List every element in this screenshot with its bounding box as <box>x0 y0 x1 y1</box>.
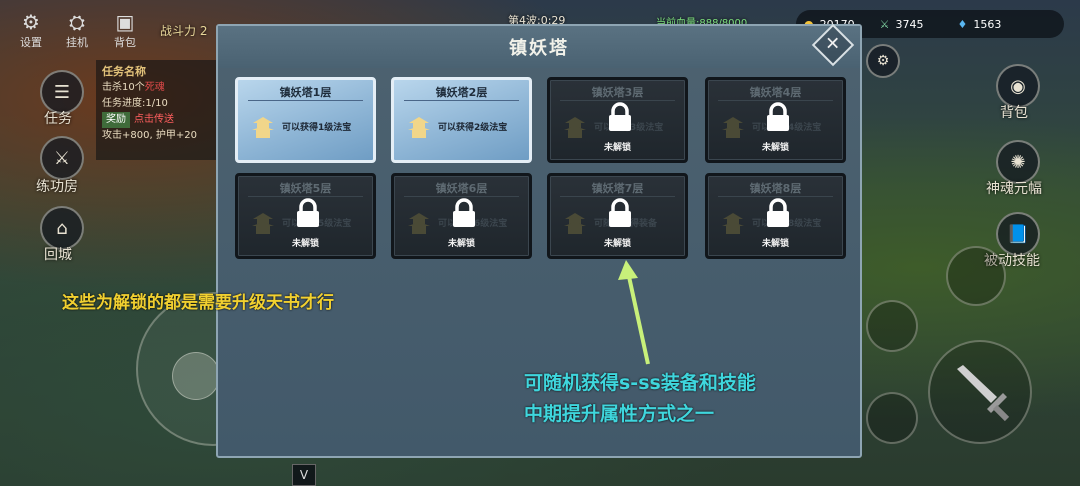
sword-icon <box>957 365 1010 422</box>
close-icon: ✕ <box>825 34 841 55</box>
tower-card-4[interactable]: 镇妖塔4层可以获得4级法宝未解锁 <box>705 77 846 163</box>
small-gear-button[interactable]: ⚙ <box>866 44 900 78</box>
annotation-right: 可随机获得s-ss装备和技能 中期提升属性方式之一 <box>524 368 756 430</box>
training-room-button[interactable]: ⚔ <box>40 136 84 180</box>
lock-icon <box>767 102 789 131</box>
quest-title: 任务名称 <box>102 65 146 78</box>
attack-button[interactable] <box>928 340 1032 444</box>
pagoda-icon <box>408 117 430 138</box>
battle-power-label: 战斗力 2 <box>160 24 208 38</box>
annotation-left: 这些为解锁的都是需要升级天书才行 <box>62 293 334 313</box>
teleport-link[interactable]: 点击传送 <box>134 114 174 125</box>
power-value: 3745 <box>895 17 924 31</box>
tower-card-3[interactable]: 镇妖塔3层可以获得3级法宝未解锁 <box>547 77 688 163</box>
auto-battle-label: 挂机 <box>66 36 88 49</box>
reward-tag: 奖励 <box>102 112 130 128</box>
title-divider <box>560 100 675 101</box>
settings-label: 设置 <box>20 36 42 49</box>
skill-slot-3[interactable] <box>866 392 918 444</box>
lock-icon <box>297 198 319 227</box>
title-divider <box>560 196 675 197</box>
annotation-right-line2: 中期提升属性方式之一 <box>524 403 715 425</box>
soul-label: 神魂元幅 <box>986 181 1042 197</box>
tower-card-8[interactable]: 镇妖塔8层可以获得8级法宝未解锁 <box>705 173 846 259</box>
inventory-top-button[interactable]: ▣ 背包 <box>108 10 142 50</box>
lock-icon <box>453 198 475 227</box>
auto-battle-button[interactable]: ⛭ 挂机 <box>60 10 94 50</box>
tower-card-title: 镇妖塔3层 <box>591 86 644 99</box>
tower-card-title: 镇妖塔8层 <box>749 182 802 195</box>
lock-icon <box>767 198 789 227</box>
bag-label: 背包 <box>1000 105 1028 121</box>
pagoda-icon <box>722 213 744 234</box>
locked-label: 未解锁 <box>761 143 789 153</box>
skill-slot-1[interactable] <box>946 246 1006 306</box>
quest-objective: 击杀10个死魂 <box>102 82 165 93</box>
quest-reward-detail: 攻击+800, 护甲+20 <box>102 130 197 141</box>
title-divider <box>404 100 519 101</box>
training-icon: ⚔ <box>53 147 71 169</box>
skill-slot-2[interactable] <box>866 300 918 352</box>
lock-icon <box>609 198 631 227</box>
gear-icon: ⚙ <box>876 53 890 69</box>
lock-icon <box>609 102 631 131</box>
pagoda-icon <box>564 213 586 234</box>
soul-value: 1563 <box>973 17 1002 31</box>
tower-card-title: 镇妖塔5层 <box>279 182 332 195</box>
quest-tracker[interactable]: 任务名称 击杀10个死魂 任务进度:1/10 奖励 点击传送 攻击+800, 护甲… <box>96 60 216 160</box>
locked-label: 未解锁 <box>603 239 631 249</box>
pagoda-icon <box>564 117 586 138</box>
title-divider <box>248 100 363 101</box>
tower-card-title: 镇妖塔4层 <box>749 86 802 99</box>
tower-card-6[interactable]: 镇妖塔6层可以获得6级法宝未解锁 <box>391 173 532 259</box>
pagoda-icon <box>252 117 274 138</box>
tower-card-7[interactable]: 镇妖塔7层可随机获得装备未解锁 <box>547 173 688 259</box>
tower-card-title: 镇妖塔2层 <box>435 86 488 99</box>
town-icon: ⌂ <box>56 217 68 239</box>
bag-icon: ▣ <box>115 10 135 34</box>
locked-label: 未解锁 <box>291 239 319 249</box>
gear-icon: ⚙ <box>22 10 40 34</box>
scroll-icon: ☰ <box>53 81 71 103</box>
tower-card-title: 镇妖塔7层 <box>591 182 644 195</box>
tower-card-desc: 可以获得1级法宝 <box>282 123 352 133</box>
annotation-arrow <box>618 260 650 365</box>
joystick-knob[interactable] <box>172 352 220 400</box>
title-divider <box>718 196 833 197</box>
task-label: 任务 <box>44 111 72 127</box>
quest-reward-row: 奖励 点击传送 <box>102 112 210 128</box>
tower-card-desc: 可以获得2级法宝 <box>438 123 508 133</box>
flame-icon: ♦ <box>957 17 968 31</box>
settings-button[interactable]: ⚙ 设置 <box>14 10 48 50</box>
title-divider <box>248 196 363 197</box>
tower-card-5[interactable]: 镇妖塔5层可以获得5级法宝未解锁 <box>235 173 376 259</box>
panel-title: 镇妖塔 <box>509 38 569 59</box>
title-divider <box>404 196 519 197</box>
return-town-label: 回城 <box>44 247 72 263</box>
title-divider <box>718 100 833 101</box>
book-icon: 📘 <box>1006 223 1030 245</box>
tower-card-title: 镇妖塔1层 <box>279 86 332 99</box>
tower-card-title: 镇妖塔6层 <box>435 182 488 195</box>
quest-progress: 任务进度:1/10 <box>102 98 168 109</box>
soul-icon: ✺ <box>1010 151 1026 173</box>
training-room-label: 练功房 <box>36 179 78 195</box>
pagoda-icon <box>722 117 744 138</box>
annotation-right-line1: 可随机获得s-ss装备和技能 <box>524 372 756 394</box>
panel-header: 镇妖塔 <box>218 26 860 68</box>
inventory-top-label: 背包 <box>114 36 136 49</box>
locked-label: 未解锁 <box>603 143 631 153</box>
pagoda-icon <box>408 213 430 234</box>
tower-card-1[interactable]: 镇妖塔1层可以获得1级法宝 <box>235 77 376 163</box>
locked-label: 未解锁 <box>761 239 789 249</box>
pagoda-icon <box>252 213 274 234</box>
expand-toggle-button[interactable]: V <box>292 464 316 486</box>
bag-icon: ◉ <box>1010 75 1026 97</box>
chevron-down-icon: V <box>299 468 309 482</box>
tower-card-2[interactable]: 镇妖塔2层可以获得2级法宝 <box>391 77 532 163</box>
crossed-swords-icon: ⚔ <box>879 17 890 31</box>
locked-label: 未解锁 <box>447 239 475 249</box>
auto-icon: ⛭ <box>69 10 85 34</box>
